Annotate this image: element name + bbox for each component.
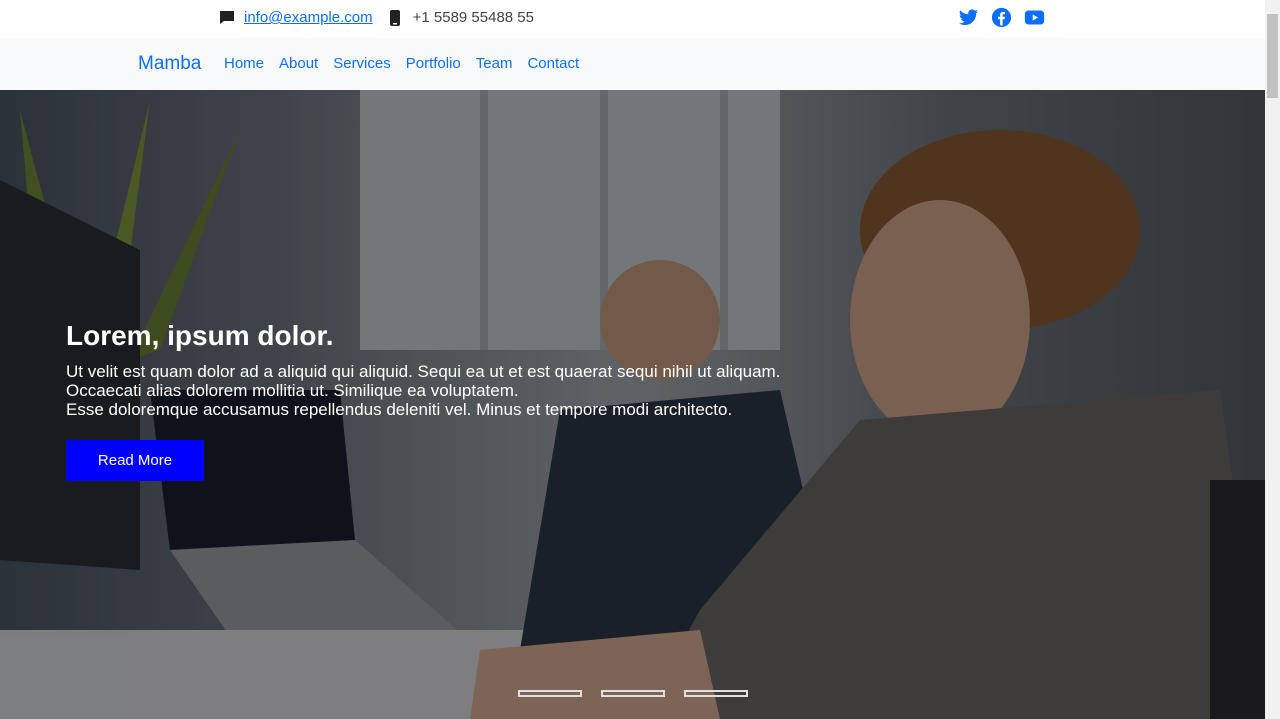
nav-item-team[interactable]: Team [476, 55, 513, 72]
carousel-indicators [518, 690, 748, 697]
hero-title: Lorem, ipsum dolor. [66, 320, 334, 351]
nav-item-contact[interactable]: Contact [527, 55, 579, 72]
facebook-icon[interactable] [991, 7, 1012, 28]
carousel-indicator-1[interactable] [518, 690, 582, 697]
nav-item-services[interactable]: Services [333, 55, 391, 72]
contact-info: info@example.com +1 5589 55488 55 [219, 9, 534, 26]
carousel-indicator-2[interactable] [601, 690, 665, 697]
read-more-button[interactable]: Read More [66, 440, 204, 481]
hero-line-3: Esse doloremque accusamus repellendus de… [66, 400, 733, 419]
scrollbar-thumb[interactable] [1267, 14, 1278, 98]
twitter-icon[interactable] [958, 7, 979, 28]
chat-icon [220, 10, 234, 24]
youtube-icon[interactable] [1024, 7, 1045, 28]
hero-line-1: Ut velit est quam dolor ad a aliquid qui… [66, 362, 781, 381]
email-link[interactable]: info@example.com [244, 9, 373, 26]
phone-number: +1 5589 55488 55 [412, 9, 534, 26]
nav-item-about[interactable]: About [279, 55, 318, 72]
brand-logo[interactable]: Mamba [138, 53, 201, 75]
nav-menu: Home About Services Portfolio Team Conta… [224, 55, 579, 72]
top-bar: info@example.com +1 5589 55488 55 [0, 0, 1265, 38]
nav-item-home[interactable]: Home [224, 55, 264, 72]
hero-line-2: Occaecati alias dolorem mollitia ut. Sim… [66, 381, 519, 400]
social-links [958, 7, 1045, 28]
navbar: Mamba Home About Services Portfolio Team… [0, 38, 1265, 90]
phone-icon [389, 9, 400, 26]
hero-description: Ut velit est quam dolor ad a aliquid qui… [66, 362, 886, 419]
nav-item-portfolio[interactable]: Portfolio [406, 55, 461, 72]
page-scrollbar[interactable] [1265, 0, 1280, 719]
hero-content: Lorem, ipsum dolor. Ut velit est quam do… [66, 320, 886, 419]
carousel-indicator-3[interactable] [684, 690, 748, 697]
hero-carousel: Lorem, ipsum dolor. Ut velit est quam do… [0, 90, 1265, 719]
